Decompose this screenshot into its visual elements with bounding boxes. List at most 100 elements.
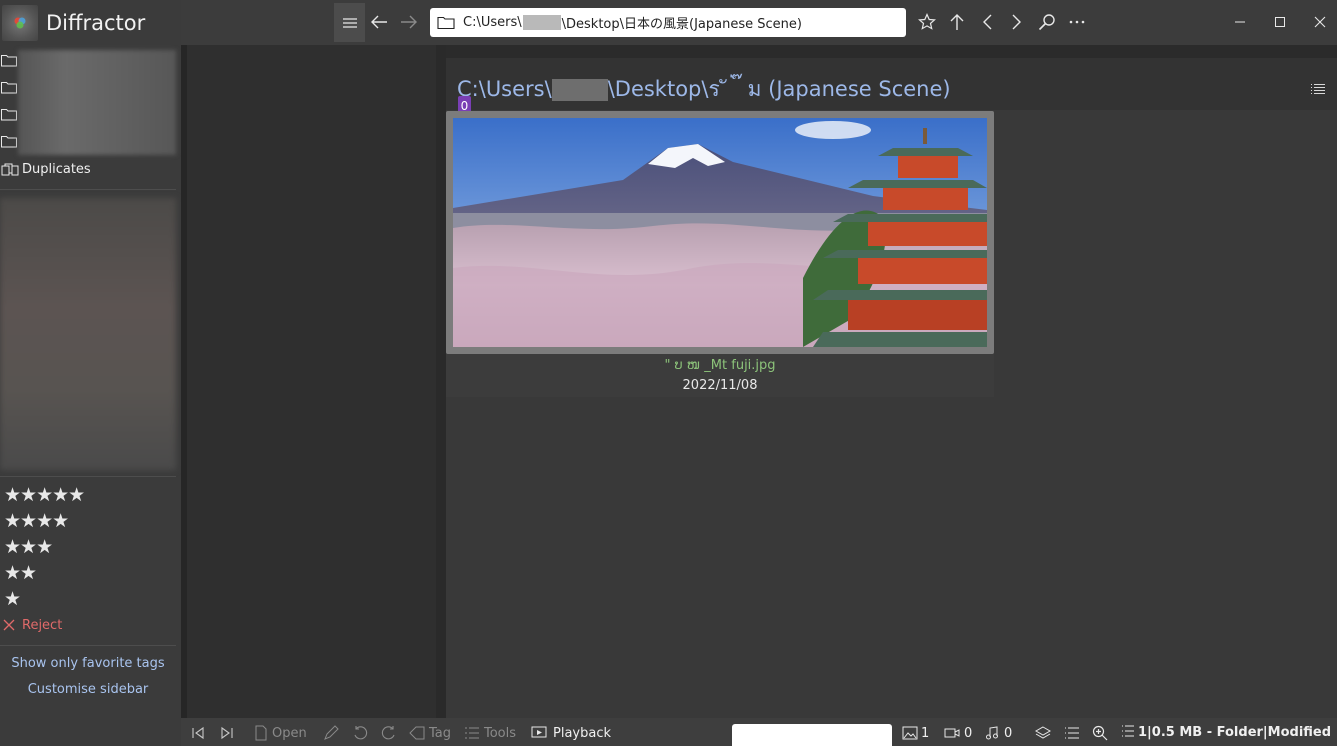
zoom-button[interactable] [1092, 724, 1108, 742]
search-button[interactable] [1036, 11, 1058, 33]
close-button[interactable] [1309, 11, 1331, 33]
next-folder-button[interactable] [1006, 11, 1028, 33]
last-item-button[interactable] [220, 724, 234, 742]
path-suffix: \Desktop\ร ั ่ ๊ ม (Japanese Scene) [607, 77, 951, 101]
customise-sidebar-link[interactable]: Customise sidebar [0, 682, 176, 697]
chevron-left-icon [983, 14, 992, 30]
sidebar-folder-1[interactable] [0, 47, 17, 74]
top-toolbar: C:\Users\ \Desktop\日本の風景(Japanese Scene) [181, 0, 1337, 45]
address-prefix: C:\Users\ [463, 15, 522, 30]
arrow-left-icon [371, 15, 387, 29]
pane-splitter[interactable] [436, 45, 446, 718]
redacted-username [551, 79, 608, 101]
pencil-icon [324, 725, 339, 740]
audio-count[interactable]: 0 [985, 724, 1012, 742]
minimize-button[interactable] [1229, 11, 1251, 33]
menu-button[interactable] [334, 3, 365, 42]
details-view-button[interactable] [1064, 724, 1080, 742]
chevron-right-icon [1012, 14, 1021, 30]
audio-count-value: 0 [1004, 725, 1013, 741]
parent-folder-button[interactable] [946, 11, 968, 33]
app-header: Diffractor [0, 0, 181, 46]
address-suffix: \Desktop\日本の風景(Japanese Scene) [561, 17, 802, 32]
tools-icon [465, 727, 479, 739]
tag-button[interactable]: Tag [409, 724, 451, 742]
hamburger-icon [342, 17, 357, 28]
tag-label: Tag [429, 725, 452, 741]
open-label: Open [272, 725, 307, 741]
arrow-up-icon [950, 14, 964, 30]
layers-button[interactable] [1035, 724, 1051, 742]
sidebar-folder-2[interactable] [0, 74, 17, 101]
video-icon [944, 728, 960, 738]
list-icon [1311, 84, 1325, 94]
sidebar-item-duplicates[interactable]: Duplicates [0, 158, 91, 180]
arrow-right-icon [401, 15, 417, 29]
rating-2-stars[interactable]: ★★ [4, 561, 37, 585]
folder-icon [1, 109, 17, 121]
rating-5-stars[interactable]: ★★★★★ [4, 483, 85, 507]
sidebar: Diffractor Duplicates ★★★★★ ★★★★ ★★★ ★★ … [0, 0, 181, 746]
image-count[interactable]: 1 [902, 724, 929, 742]
rating-4-stars[interactable]: ★★★★ [4, 509, 69, 533]
more-button[interactable] [1066, 11, 1088, 33]
divider [0, 189, 176, 190]
maximize-button[interactable] [1269, 11, 1291, 33]
view-options-button[interactable] [1310, 80, 1326, 99]
folder-icon [1, 82, 17, 94]
file-date: 2022/11/08 [682, 378, 758, 393]
duplicates-icon [1, 163, 19, 175]
address-bar[interactable]: C:\Users\ \Desktop\日本の風景(Japanese Scene) [430, 8, 906, 37]
more-icon [1069, 20, 1085, 24]
duplicates-label: Duplicates [22, 161, 91, 177]
edit-button[interactable] [323, 724, 339, 742]
status-value: 1|0.5 MB - Folder|Modified [1138, 725, 1332, 740]
sidebar-folder-3[interactable] [0, 101, 17, 128]
search-icon [1038, 14, 1055, 31]
skip-forward-icon [221, 726, 233, 740]
redacted-tags [0, 198, 176, 470]
thumbnail-image[interactable] [453, 118, 987, 347]
playback-icon [531, 726, 547, 738]
show-favorite-tags-link[interactable]: Show only favorite tags [0, 656, 176, 671]
rating-reject[interactable]: Reject [2, 614, 62, 636]
previous-folder-button[interactable] [976, 11, 998, 33]
filter-input[interactable] [732, 724, 892, 746]
pane-edge [181, 45, 187, 718]
layers-icon [1035, 726, 1051, 739]
star-icon [918, 13, 936, 30]
reject-label: Reject [22, 617, 63, 633]
skip-back-icon [192, 726, 204, 740]
list-icon [1122, 725, 1134, 737]
image-icon [902, 726, 918, 740]
video-count-value: 0 [964, 725, 973, 741]
open-button[interactable]: Open [254, 724, 307, 742]
favorite-button[interactable] [916, 11, 938, 33]
minimize-icon [1235, 21, 1245, 23]
first-item-button[interactable] [191, 724, 205, 742]
zoom-icon [1092, 725, 1108, 741]
sidebar-folder-4[interactable] [0, 128, 17, 155]
folder-path-title: C:\Users\ \Desktop\ร ั ่ ๊ ม (Japanese Sc… [457, 73, 951, 106]
rotate-right-button[interactable] [381, 724, 397, 742]
close-icon [1314, 16, 1326, 28]
divider [0, 476, 176, 477]
file-name: " ບ ໜ _Mt fuji.jpg [664, 358, 776, 373]
left-pane [181, 45, 436, 718]
video-count[interactable]: 0 [944, 724, 972, 742]
back-button[interactable] [368, 11, 390, 33]
tag-icon [409, 726, 425, 740]
divider [0, 645, 176, 646]
tools-button[interactable]: Tools [464, 724, 516, 742]
rotate-left-button[interactable] [352, 724, 368, 742]
redacted-folder-names [18, 50, 176, 155]
rating-3-stars[interactable]: ★★★ [4, 535, 53, 559]
playback-button[interactable]: Playback [531, 724, 611, 742]
rotate-right-icon [381, 726, 395, 740]
path-prefix: C:\Users\ [457, 77, 552, 101]
tools-label: Tools [484, 725, 517, 741]
rotate-left-icon [354, 726, 368, 740]
playback-label: Playback [553, 725, 612, 741]
rating-1-star[interactable]: ★ [4, 587, 21, 611]
forward-button[interactable] [398, 11, 420, 33]
